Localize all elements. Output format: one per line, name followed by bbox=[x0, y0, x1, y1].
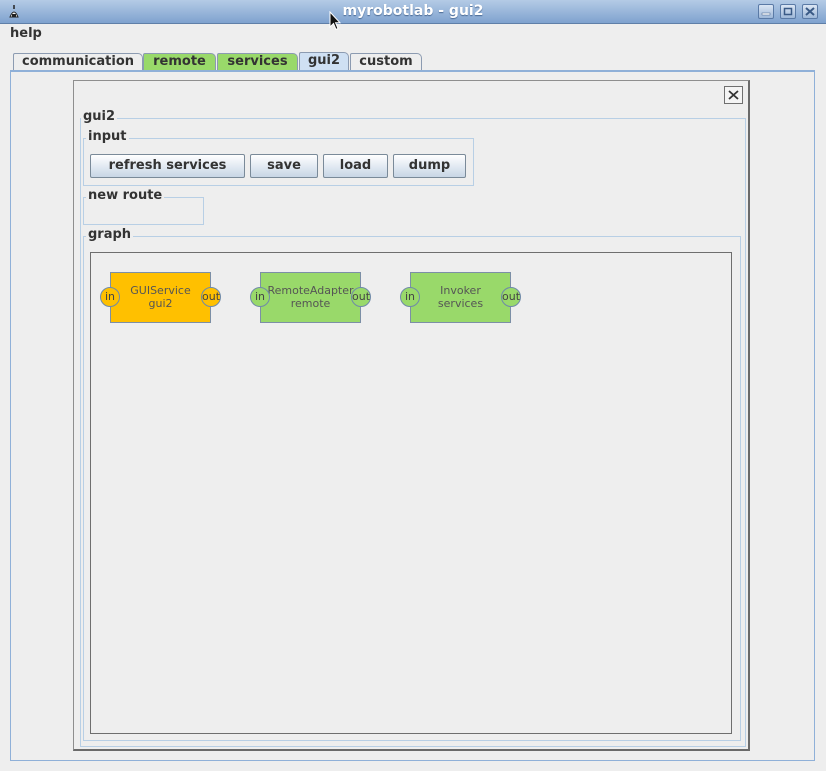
close-icon bbox=[728, 90, 739, 100]
tab-remote[interactable]: remote bbox=[143, 53, 216, 70]
tab-communication[interactable]: communication bbox=[13, 53, 143, 70]
tab-services[interactable]: services bbox=[217, 53, 298, 70]
node-out-port[interactable]: out bbox=[501, 287, 521, 307]
mouse-cursor-icon bbox=[329, 11, 341, 31]
node-out-port[interactable]: out bbox=[351, 287, 371, 307]
node-in-port[interactable]: in bbox=[400, 287, 420, 307]
node-label: Invoker services bbox=[411, 284, 510, 310]
node-name: services bbox=[437, 297, 484, 310]
node-label: GUIService gui2 bbox=[111, 284, 210, 310]
node-in-port[interactable]: in bbox=[250, 287, 270, 307]
tab-custom[interactable]: custom bbox=[350, 53, 422, 70]
load-button[interactable]: load bbox=[323, 154, 388, 178]
tab-gui2[interactable]: gui2 bbox=[299, 52, 349, 70]
node-type: GUIService bbox=[130, 284, 191, 297]
graph-node-gui2[interactable]: GUIService gui2 in out bbox=[100, 272, 221, 323]
node-type: RemoteAdapter bbox=[267, 284, 354, 297]
close-panel-button[interactable] bbox=[724, 86, 743, 104]
graph-node-remote[interactable]: RemoteAdapter remote in out bbox=[250, 272, 371, 323]
minimize-icon bbox=[761, 12, 771, 16]
new-route-group-title: new route bbox=[86, 188, 165, 203]
close-icon bbox=[805, 7, 815, 16]
close-window-button[interactable] bbox=[802, 4, 818, 19]
graph-group-title: graph bbox=[86, 227, 134, 242]
node-label: RemoteAdapter remote bbox=[261, 284, 360, 310]
maximize-icon bbox=[783, 7, 793, 16]
node-in-port[interactable]: in bbox=[100, 287, 120, 307]
refresh-services-button[interactable]: refresh services bbox=[90, 154, 245, 178]
menu-bar: help bbox=[0, 24, 826, 44]
node-out-port[interactable]: out bbox=[201, 287, 221, 307]
maximize-button[interactable] bbox=[780, 4, 796, 19]
graph-canvas[interactable] bbox=[90, 252, 732, 734]
dump-button[interactable]: dump bbox=[393, 154, 466, 178]
menu-help[interactable]: help bbox=[10, 26, 42, 41]
node-name: remote bbox=[290, 297, 331, 310]
save-button[interactable]: save bbox=[250, 154, 318, 178]
gui2-group-title: gui2 bbox=[81, 109, 118, 124]
input-group-title: input bbox=[86, 129, 129, 144]
minimize-button[interactable] bbox=[758, 4, 774, 19]
title-bar: myrobotlab - gui2 bbox=[0, 0, 826, 24]
node-name: gui2 bbox=[148, 297, 173, 310]
node-type: Invoker bbox=[440, 284, 481, 297]
graph-node-services[interactable]: Invoker services in out bbox=[400, 272, 521, 323]
window-title: myrobotlab - gui2 bbox=[342, 3, 484, 19]
